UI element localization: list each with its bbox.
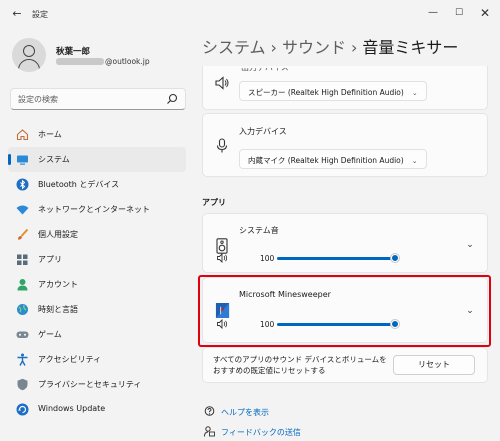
app-volume-card-system-sounds: システム音 100 ⌄ bbox=[202, 213, 488, 273]
app-name: システム音 bbox=[239, 226, 279, 235]
input-device-select[interactable]: 内蔵マイク (Realtek High Definition Audio) ⌄ bbox=[239, 149, 427, 169]
breadcrumb-separator: › bbox=[350, 38, 358, 57]
chevron-down-icon: ⌄ bbox=[411, 89, 418, 97]
sidebar-item-bluetooth[interactable]: Bluetooth とデバイス bbox=[8, 172, 186, 197]
microphone-icon bbox=[216, 138, 228, 153]
sidebar-item-system[interactable]: システム bbox=[8, 147, 186, 172]
title-bar: ← 設定 — ☐ ✕ bbox=[0, 0, 500, 28]
sidebar-nav: ホーム システム Bluetooth とデバイス ネットワークとインターネット … bbox=[8, 122, 186, 422]
accessibility-icon bbox=[17, 353, 28, 366]
close-button[interactable]: ✕ bbox=[474, 4, 496, 22]
breadcrumb: システム › サウンド › 音量ミキサー bbox=[202, 34, 458, 58]
sidebar-item-label: アクセシビリティ bbox=[38, 355, 102, 364]
avatar bbox=[12, 38, 46, 72]
sidebar-item-label: アプリ bbox=[38, 255, 62, 264]
output-device-card: 出力デバイス スピーカー (Realtek High Definition Au… bbox=[202, 66, 488, 110]
chevron-down-icon[interactable]: ⌄ bbox=[465, 240, 475, 250]
gamepad-icon bbox=[16, 331, 29, 338]
sidebar-item-apps[interactable]: アプリ bbox=[8, 247, 186, 272]
sidebar-item-label: システム bbox=[38, 155, 70, 164]
breadcrumb-sound[interactable]: サウンド bbox=[282, 38, 346, 57]
sidebar-item-accounts[interactable]: アカウント bbox=[8, 272, 186, 297]
volume-value: 100 bbox=[260, 254, 275, 263]
speaker-icon bbox=[216, 238, 228, 254]
sidebar-item-label: ネットワークとインターネット bbox=[38, 205, 150, 214]
sidebar-item-privacy[interactable]: プライバシーとセキュリティ bbox=[8, 372, 186, 397]
volume-icon[interactable] bbox=[217, 253, 229, 263]
apps-section-heading: アプリ bbox=[202, 198, 226, 207]
sidebar-item-label: ホーム bbox=[38, 130, 62, 139]
output-device-select[interactable]: スピーカー (Realtek High Definition Audio) ⌄ bbox=[239, 81, 427, 101]
wifi-icon bbox=[16, 205, 29, 215]
email-redaction bbox=[56, 58, 104, 65]
sidebar-item-label: Windows Update bbox=[38, 404, 106, 413]
speaker-icon bbox=[215, 76, 229, 90]
feedback-link[interactable]: フィードバックの送信 bbox=[204, 426, 301, 438]
sidebar-item-label: Bluetooth とデバイス bbox=[38, 180, 120, 189]
sidebar-item-label: アカウント bbox=[38, 280, 78, 289]
sidebar-item-personalization[interactable]: 個人用設定 bbox=[8, 222, 186, 247]
sidebar-item-network[interactable]: ネットワークとインターネット bbox=[8, 197, 186, 222]
feedback-link-label: フィードバックの送信 bbox=[221, 428, 301, 437]
bluetooth-icon bbox=[16, 178, 29, 191]
sidebar-item-time-language[interactable]: 時刻と言語 bbox=[8, 297, 186, 322]
page-title: 音量ミキサー bbox=[362, 38, 459, 57]
chevron-down-icon: ⌄ bbox=[411, 157, 418, 165]
user-email: @outlook.jp bbox=[105, 57, 150, 66]
search-input[interactable]: 設定の検索 bbox=[10, 88, 186, 110]
help-link-label: ヘルプを表示 bbox=[221, 408, 269, 417]
home-icon bbox=[16, 129, 29, 141]
search-placeholder: 設定の検索 bbox=[18, 95, 58, 104]
output-device-value: スピーカー (Realtek High Definition Audio) bbox=[248, 88, 404, 97]
brush-icon bbox=[18, 228, 29, 240]
maximize-button[interactable]: ☐ bbox=[448, 4, 470, 22]
minimize-button[interactable]: — bbox=[422, 4, 444, 22]
back-button[interactable]: ← bbox=[8, 6, 26, 22]
volume-slider-thumb[interactable] bbox=[391, 254, 399, 262]
avatar-head bbox=[23, 45, 35, 57]
help-icon bbox=[204, 406, 215, 416]
account-icon bbox=[17, 279, 28, 291]
sidebar-item-label: 個人用設定 bbox=[38, 230, 78, 239]
update-icon bbox=[16, 403, 29, 416]
help-link[interactable]: ヘルプを表示 bbox=[204, 406, 269, 418]
sidebar-item-label: 時刻と言語 bbox=[38, 305, 78, 314]
breadcrumb-system[interactable]: システム bbox=[202, 38, 266, 57]
sidebar-item-home[interactable]: ホーム bbox=[8, 122, 186, 147]
input-device-card: 入力デバイス 内蔵マイク (Realtek High Definition Au… bbox=[202, 113, 488, 177]
user-profile[interactable]: 秋葉一郎 @outlook.jp bbox=[12, 36, 192, 76]
reset-button[interactable]: リセット bbox=[393, 355, 475, 375]
user-name: 秋葉一郎 bbox=[56, 47, 91, 57]
input-device-label: 入力デバイス bbox=[239, 127, 287, 136]
system-icon bbox=[17, 155, 28, 165]
apps-icon bbox=[17, 254, 28, 265]
output-device-label: 出力デバイス bbox=[241, 63, 289, 72]
sidebar-item-label: プライバシーとセキュリティ bbox=[38, 380, 142, 389]
feedback-icon bbox=[204, 426, 215, 437]
sidebar-item-windows-update[interactable]: Windows Update bbox=[8, 397, 186, 422]
breadcrumb-separator: › bbox=[270, 38, 277, 57]
sidebar-item-accessibility[interactable]: アクセシビリティ bbox=[8, 347, 186, 372]
reset-description: すべてのアプリのサウンド デバイスとボリュームをおすすめの既定値にリセットする bbox=[213, 355, 387, 375]
highlight-box bbox=[198, 275, 491, 347]
sidebar-item-gaming[interactable]: ゲーム bbox=[8, 322, 186, 347]
app-title: 設定 bbox=[32, 10, 48, 19]
reset-card: すべてのアプリのサウンド デバイスとボリュームをおすすめの既定値にリセットする … bbox=[202, 347, 488, 383]
search-icon bbox=[167, 93, 178, 104]
globe-icon bbox=[17, 304, 28, 315]
avatar-body bbox=[18, 59, 40, 72]
shield-icon bbox=[17, 378, 28, 391]
volume-slider[interactable] bbox=[277, 257, 395, 260]
input-device-value: 内蔵マイク (Realtek High Definition Audio) bbox=[248, 156, 404, 165]
sidebar-item-label: ゲーム bbox=[38, 330, 62, 339]
